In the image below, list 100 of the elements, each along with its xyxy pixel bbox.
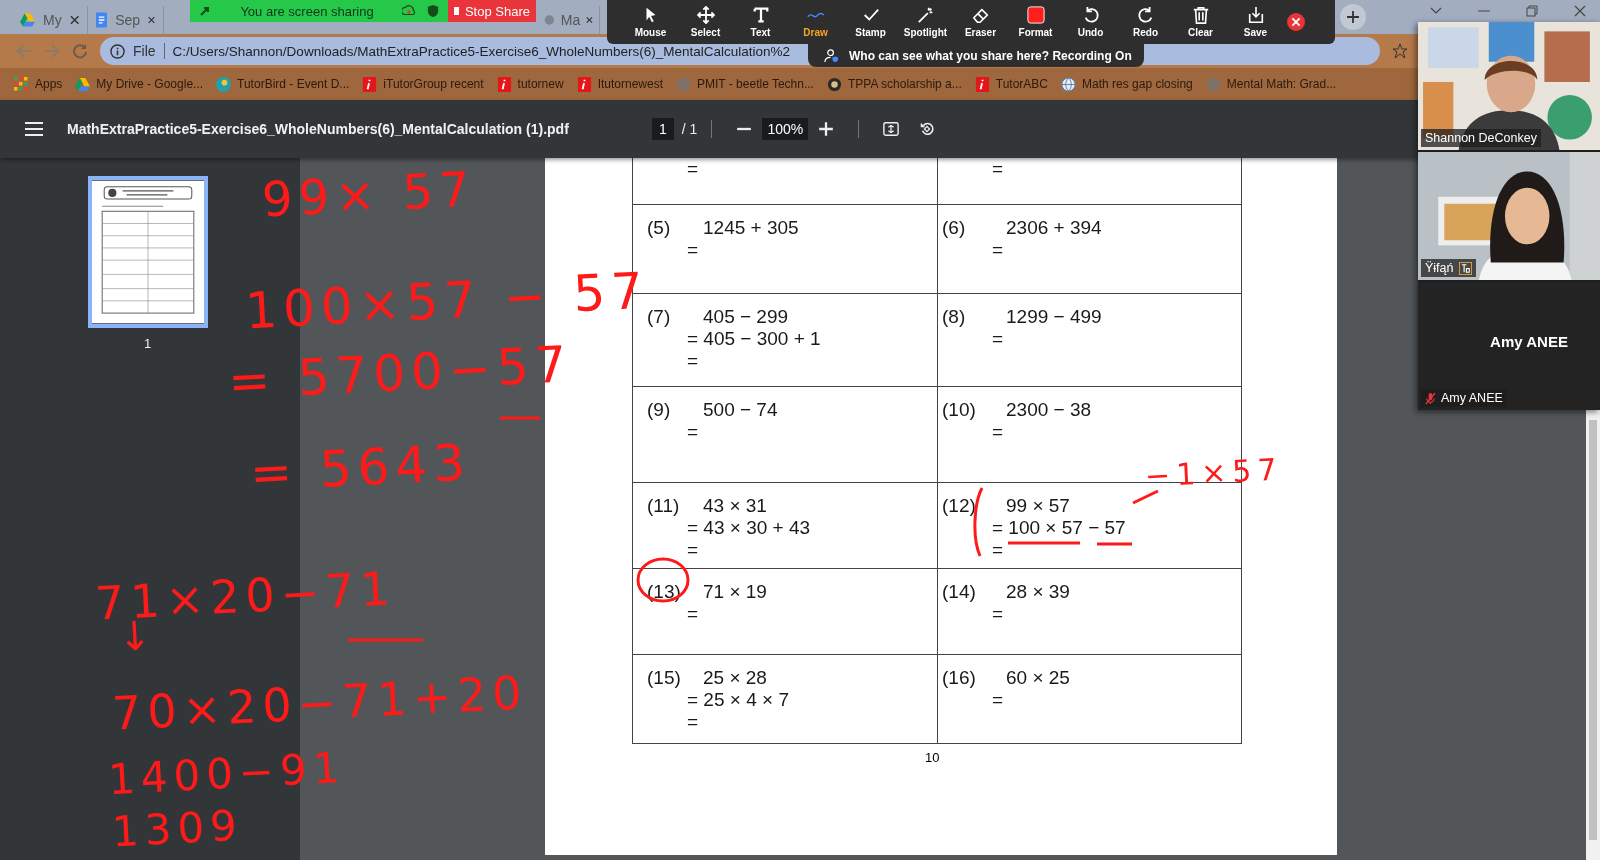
new-tab-button[interactable] [1340, 4, 1366, 30]
rotate-icon[interactable] [919, 121, 936, 137]
globe-icon [1061, 76, 1077, 92]
bookmark-label: My Drive - Google... [96, 77, 204, 91]
clear-tool-icon [1191, 6, 1210, 24]
restore-icon[interactable] [1526, 5, 1538, 17]
question-number: (8) [942, 306, 967, 328]
notice-text: Who can see what you share here? Recording On [849, 48, 1132, 63]
annotation-tool[interactable]: Text [733, 6, 788, 38]
letter-i-icon [496, 76, 512, 92]
bird-icon [216, 76, 232, 92]
shield-icon [426, 5, 440, 17]
working-line: = [687, 421, 699, 443]
ink-underline [1008, 541, 1080, 545]
grid-icon [14, 76, 29, 92]
annotation-tool[interactable]: Eraser [953, 6, 1008, 38]
bookmark-label: Itutornewest [597, 77, 663, 91]
working-line: = [992, 539, 1004, 561]
expression: 405 − 299 [703, 306, 789, 328]
working-line: = [687, 603, 699, 625]
expression: 25 × 28 [703, 667, 767, 689]
page-number-field[interactable]: 1 [652, 118, 674, 140]
ink-stroke [1132, 489, 1159, 505]
bookmark[interactable]: Apps [14, 76, 63, 92]
bookmark[interactable]: TutorABC [974, 76, 1049, 92]
eraser-tool-icon [971, 6, 990, 24]
bookmark[interactable]: PMIT - beetle Techn... [676, 76, 814, 92]
working-line: = [687, 158, 699, 180]
participant-name: Amy ANEE [1490, 332, 1568, 350]
bookmark-label: PMIT - beetle Techn... [697, 77, 814, 91]
tab-title: My [42, 12, 62, 28]
bookmark[interactable]: TPPA scholarship a... [826, 76, 962, 92]
format-tool-icon [1026, 6, 1045, 24]
zoom-field[interactable]: 100% [762, 118, 809, 140]
working-line: = [687, 711, 699, 733]
stop-share-button[interactable]: Stop Share [448, 0, 536, 22]
working-line: = [687, 539, 699, 561]
person-shield-icon [824, 48, 839, 63]
ink-bracket [973, 487, 984, 557]
bookmark-label: TPPA scholarship a... [847, 77, 962, 91]
bookmark[interactable]: Itutornewest [576, 76, 663, 92]
bookmark[interactable]: Mental Math: Grad... [1205, 76, 1337, 92]
crest-icon [826, 76, 842, 92]
annotation-tool[interactable]: Mouse [623, 6, 678, 38]
handwritten-note: 1400−91 [107, 746, 347, 802]
bookmark[interactable]: TutorBird - Event D... [216, 76, 350, 92]
bookmark[interactable]: Math res gap closing [1061, 76, 1193, 92]
working-line: = [992, 689, 1004, 711]
bookmark-label: TutorBird - Event D... [237, 77, 350, 91]
drive-icon [75, 76, 91, 92]
globe-icon [1205, 76, 1221, 92]
chevron-down-icon[interactable] [1430, 7, 1442, 15]
handwritten-note: = 5700−57 [226, 339, 574, 407]
globe-icon [676, 76, 691, 92]
scrollbar-thumb[interactable] [1589, 420, 1597, 840]
working-line: = [992, 239, 1004, 261]
page-thumbnail[interactable] [87, 176, 208, 328]
zoom-in-icon[interactable] [818, 121, 835, 137]
bookmark[interactable]: iTutorGroup recent [362, 76, 484, 92]
question-number: (15) [647, 667, 682, 689]
star-icon[interactable] [1392, 43, 1408, 59]
close-icon[interactable] [1287, 13, 1305, 31]
participant-name: Amy ANEE [1441, 391, 1503, 405]
redo-tool-icon [1136, 6, 1155, 24]
question-number: (6) [942, 217, 967, 239]
annotation-tool[interactable]: Clear [1173, 6, 1228, 38]
letter-i-icon [974, 76, 990, 92]
annotation-tool[interactable]: Draw [788, 6, 843, 38]
question-number: (13) [647, 581, 682, 603]
question-number: (16) [942, 667, 977, 689]
bookmark[interactable]: tutornew [496, 76, 564, 92]
bookmark-label: iTutorGroup recent [383, 77, 484, 91]
annotation-tool[interactable]: Redo [1118, 6, 1173, 38]
expression: 99 × 57 [1006, 495, 1070, 517]
expression: 60 × 25 [1006, 667, 1070, 689]
question-number: (11) [647, 495, 681, 517]
bookmark[interactable]: My Drive - Google... [75, 76, 204, 92]
annotation-tool[interactable]: Save [1228, 6, 1283, 38]
fit-page-icon[interactable] [883, 121, 900, 137]
annotation-tool[interactable]: Spotlight [898, 6, 953, 38]
question-number: (12) [942, 495, 977, 517]
menu-icon[interactable] [25, 122, 43, 136]
question-number: (7) [647, 306, 672, 328]
annotation-tool[interactable]: Format [1008, 6, 1063, 38]
expression: 500 − 74 [703, 399, 778, 421]
page-count: / 1 [681, 121, 698, 137]
annotation-tool[interactable]: Undo [1063, 6, 1118, 38]
bookmark-label: TutorABC [995, 77, 1049, 91]
plus-icon [1346, 10, 1360, 24]
annotation-tool[interactable]: Stamp [843, 6, 898, 38]
question-number: (14) [942, 581, 977, 603]
annotation-tool[interactable]: Select [678, 6, 733, 38]
spotlight-tool-icon [916, 6, 935, 24]
working-line: = 25 × 4 × 7 [687, 689, 789, 711]
participant-name: Ÿɨfąń [1425, 261, 1454, 275]
save-tool-icon [1246, 6, 1265, 24]
question-number: (9) [647, 399, 672, 421]
document-title: MathExtraPractice5-Exercise6_WholeNumbers(6)_MentalCalculation (1).pdf [67, 121, 570, 137]
working-line: = [687, 239, 699, 261]
handwritten-note: −1×57 [1144, 454, 1284, 492]
